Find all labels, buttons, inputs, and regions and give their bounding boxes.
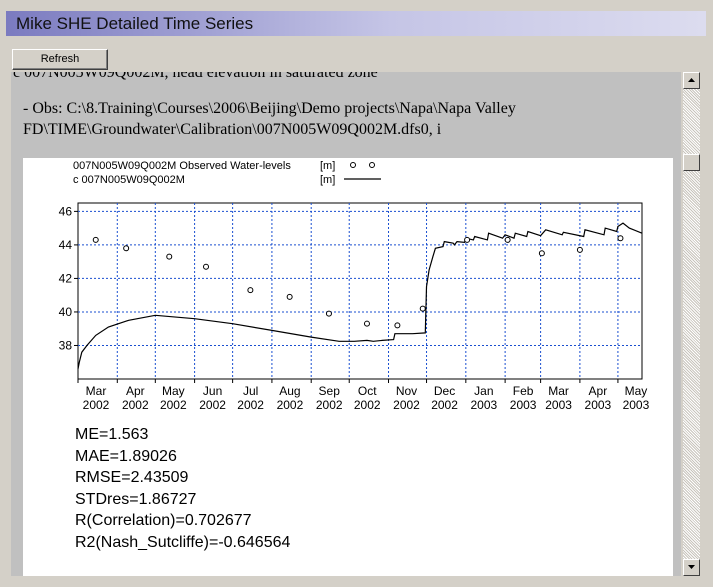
stat-correlation: R(Correlation)=0.702677 (75, 512, 252, 529)
series-description-line: c 007N005W09Q002M, head elevation in sat… (13, 72, 378, 81)
plot-area: Mar 2002 Apr 2002 May 2002 Jun 2002 Jul 2002 Aug 20… (23, 158, 673, 576)
x-tick-label-year: 2002 (83, 398, 110, 412)
observed-point (576, 246, 583, 253)
x-tick-label-year: 2003 (545, 398, 572, 412)
stat-rmse: RMSE=2.43509 (75, 469, 189, 486)
observed-point (394, 322, 401, 329)
scroll-up-button[interactable] (683, 72, 700, 89)
x-tick-label-month: Jun (203, 384, 222, 398)
x-tick-label-year: 2003 (510, 398, 537, 412)
arrow-up-icon (688, 78, 695, 82)
stat-stdres: STDres=1.86727 (75, 490, 197, 508)
observed-point (325, 310, 332, 317)
observed-point (123, 245, 130, 252)
y-tick-label: 46 (59, 204, 73, 218)
x-tick-label-year: 2002 (354, 398, 381, 412)
x-tick-label-month: Aug (279, 384, 300, 398)
y-tick-label: 38 (59, 338, 73, 352)
x-tick-label-year: 2002 (316, 398, 343, 412)
plot-frame (77, 202, 643, 380)
observed-point (286, 293, 293, 300)
x-tick-label-year: 2003 (585, 398, 612, 412)
x-tick-label-year: 2002 (277, 398, 304, 412)
x-tick-label-month: Oct (358, 384, 377, 398)
arrow-down-icon (688, 565, 695, 569)
x-tick-label-month: Dec (434, 384, 455, 398)
legend-marker-observed (350, 162, 356, 168)
x-tick-label-month: Mar (548, 384, 569, 398)
observed-point (419, 305, 426, 312)
observed-point (538, 250, 545, 257)
x-tick-label-year: 2002 (431, 398, 458, 412)
stat-nash-sutcliffe: R2(Nash_Sutcliffe)=-0.646564 (75, 533, 291, 551)
report-panel: c 007N005W09Q002M, head elevation in sat… (11, 72, 681, 576)
observed-point (464, 236, 471, 243)
x-tick-label-year: 2003 (470, 398, 497, 412)
y-tick-label: 44 (59, 238, 73, 252)
observed-point (617, 235, 624, 242)
observed-point (92, 236, 99, 243)
window-title: Mike SHE Detailed Time Series (16, 14, 254, 33)
x-tick-label-year: 2002 (160, 398, 187, 412)
vertical-scrollbar[interactable] (683, 72, 700, 576)
window-titlebar: Mike SHE Detailed Time Series (6, 11, 706, 36)
observed-point (504, 236, 511, 243)
y-tick-label: 42 (59, 271, 73, 285)
stat-mae: MAE=1.89026 (75, 447, 177, 465)
x-tick-label-month: May (162, 384, 185, 398)
refresh-button[interactable]: Refresh (12, 49, 108, 70)
scroll-down-button[interactable] (683, 559, 700, 576)
x-tick-label-year: 2003 (623, 398, 650, 412)
x-tick-label-month: Apr (589, 384, 608, 398)
x-tick-label-year: 2002 (237, 398, 264, 412)
x-tick-label-year: 2002 (122, 398, 149, 412)
legend-unit-simulated: [m] (320, 174, 335, 186)
y-tick-label: 40 (59, 305, 73, 319)
x-tick-label-month: Nov (396, 384, 417, 398)
x-tick-label-year: 2002 (393, 398, 420, 412)
statistics-block: ME=1.563 MAE=1.89026 RMSE=2.43509 STDres… (75, 424, 290, 553)
obs-path-line-1: - Obs: C:\8.Training\Courses\2006\Beijin… (23, 100, 516, 117)
x-tick-label-year: 2002 (199, 398, 226, 412)
x-tick-label-month: Jan (474, 384, 493, 398)
x-tick-label-month: Sep (319, 384, 341, 398)
x-tick-label-month: Jul (243, 384, 258, 398)
obs-path-line-2: FD\TIME\Groundwater\Calibration\007N005W… (23, 121, 442, 138)
observed-point (203, 263, 210, 270)
x-tick-label-month: Feb (513, 384, 534, 398)
stat-me: ME=1.563 (75, 426, 149, 443)
observed-point (166, 253, 173, 260)
x-tick-label-month: Apr (126, 384, 145, 398)
legend-label-simulated: c 007N005W09Q002M (73, 174, 185, 186)
x-tick-label-month: Mar (86, 384, 107, 398)
scrollbar-thumb[interactable] (683, 154, 700, 171)
observed-point (363, 320, 370, 327)
legend-unit-observed: [m] (320, 160, 335, 172)
observed-point (247, 287, 254, 294)
legend-label-observed: 007N005W09Q002M Observed Water-levels (73, 160, 291, 172)
legend-marker-observed (369, 162, 375, 168)
x-tick-label-month: May (625, 384, 648, 398)
